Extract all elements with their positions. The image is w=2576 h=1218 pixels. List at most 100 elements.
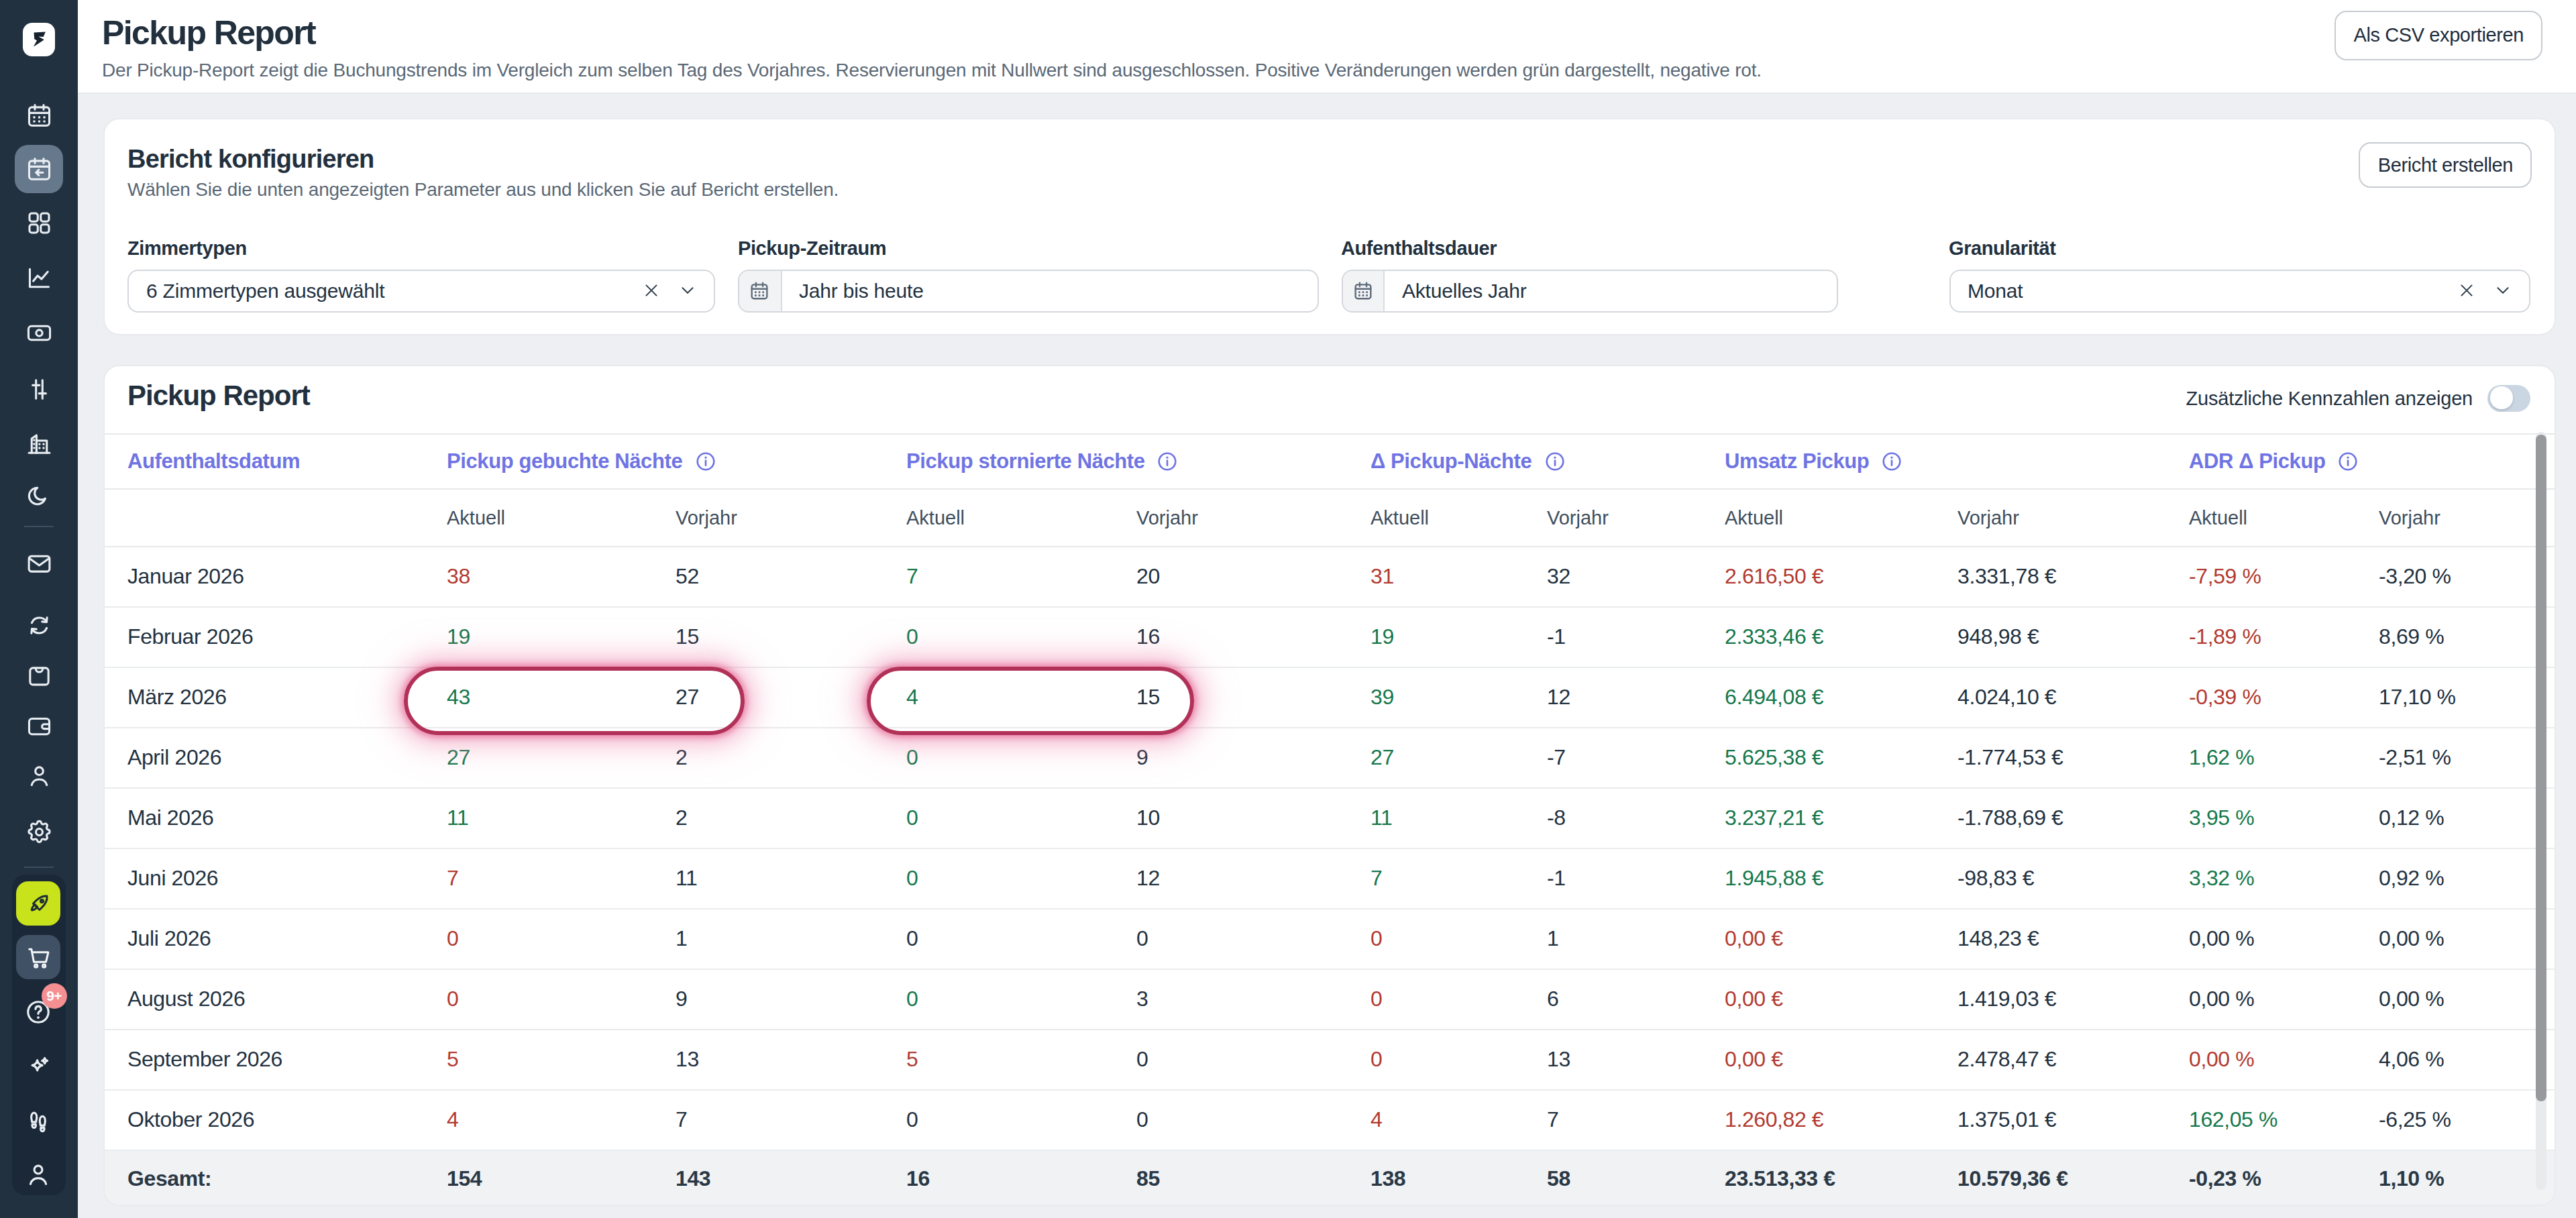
sidebar-item-building[interactable] (0, 419, 77, 467)
clear-icon[interactable] (643, 282, 660, 300)
field-control[interactable]: Monat (1949, 270, 2530, 312)
sidebar-item-cart[interactable] (17, 935, 61, 979)
table-cell: 0 (447, 926, 676, 950)
table-cell: 7 (447, 866, 676, 890)
footprints-icon (25, 1106, 53, 1134)
config-card: Bericht konfigurieren Wählen Sie die unt… (103, 118, 2556, 335)
field-control[interactable]: Jahr bis heute (738, 270, 1318, 312)
sidebar-item-line-chart[interactable] (0, 254, 77, 302)
table-cell: 12 (1547, 685, 1725, 709)
column-group-header[interactable]: Pickup stornierte Nächte (906, 449, 1371, 474)
table-cell: 0,00 % (2189, 1047, 2379, 1071)
info-icon[interactable] (1881, 451, 1902, 472)
sidebar-item-wallet[interactable] (0, 702, 77, 750)
total-cell: 23.513,33 € (1725, 1167, 1957, 1191)
sidebar-item-user[interactable] (0, 752, 77, 800)
table-cell: 0 (906, 745, 1136, 769)
column-group-header[interactable]: Δ Pickup-Nächte (1371, 449, 1725, 474)
page-title: Pickup Report (102, 13, 315, 52)
sidebar-item-sliders[interactable] (0, 365, 77, 413)
table-cell: 17,10 % (2379, 685, 2555, 709)
table-cell: 4.024,10 € (1957, 685, 2189, 709)
table-row: Mai 202611201011-83.237,21 €-1.788,69 €3… (105, 788, 2555, 848)
sidebar-item-moon[interactable] (0, 472, 77, 520)
column-group-header[interactable]: ADR Δ Pickup (2189, 449, 2555, 474)
table-cell: -8 (1547, 806, 1725, 830)
page-subtitle: Der Pickup-Report zeigt die Buchungstren… (102, 59, 1762, 80)
info-icon[interactable] (2338, 451, 2359, 472)
table-cell: 7 (1371, 866, 1547, 890)
table-cell: 0 (1136, 1107, 1371, 1131)
table-cell: 10 (1136, 806, 1371, 830)
table-cell: -0,39 % (2189, 685, 2379, 709)
table-cell: 5 (447, 1047, 676, 1071)
subheader-cell: Vorjahr (1136, 507, 1371, 529)
chevron-down-icon[interactable] (679, 282, 696, 300)
table-cell: 2.616,50 € (1725, 564, 1957, 588)
table-cell: 8,69 % (2379, 624, 2555, 649)
table-scrollbar-thumb[interactable] (2536, 434, 2546, 1101)
sidebar-item-footprints[interactable] (0, 1096, 77, 1144)
table-cell: 2 (676, 745, 906, 769)
info-icon[interactable] (1157, 451, 1179, 472)
sidebar-item-mail[interactable] (0, 539, 77, 588)
field-label: Pickup-Zeitraum (738, 237, 1318, 259)
table-cell: -1.788,69 € (1957, 806, 2189, 830)
wallet-icon (25, 712, 52, 740)
column-header-date[interactable]: Aufenthaltsdatum (105, 449, 447, 474)
extra-metrics-toggle[interactable] (2487, 384, 2530, 411)
table-cell: 0 (1136, 926, 1371, 950)
sidebar-divider (23, 867, 53, 868)
table-cell: 11 (447, 806, 676, 830)
total-cell: 1,10 % (2379, 1167, 2555, 1191)
clear-icon[interactable] (2458, 282, 2475, 300)
main-area: Pickup Report Der Pickup-Report zeigt di… (77, 0, 2576, 1218)
export-csv-button[interactable]: Als CSV exportieren (2334, 10, 2542, 60)
table-cell: 3,95 % (2189, 806, 2379, 830)
create-report-button[interactable]: Bericht erstellen (2359, 142, 2532, 187)
sidebar-item-calendar[interactable] (0, 91, 77, 140)
sidebar-item-gear[interactable] (0, 808, 77, 856)
field-value: Aktuelles Jahr (1385, 280, 1836, 302)
sidebar-item-grid[interactable] (0, 199, 77, 247)
table-cell: 0,00 % (2189, 987, 2379, 1011)
cart-icon (25, 944, 52, 971)
banknote-icon (25, 319, 52, 347)
subheader-cell: Aktuell (1725, 507, 1957, 529)
sidebar-item-rocket[interactable] (17, 881, 61, 926)
column-group-header[interactable]: Umsatz Pickup (1725, 449, 2189, 474)
table-row: Januar 2026385272031322.616,50 €3.331,78… (105, 547, 2555, 607)
table-cell: 3.237,21 € (1725, 806, 1957, 830)
subheader-cell: Vorjahr (2379, 507, 2555, 529)
chevron-down-icon[interactable] (2494, 282, 2512, 300)
calendar-chip (739, 271, 782, 311)
building-icon (25, 429, 52, 457)
table-cell: 4 (1371, 1107, 1547, 1131)
table-cell: 15 (676, 624, 906, 649)
total-cell: 143 (676, 1167, 906, 1191)
sidebar-item-refresh[interactable] (0, 601, 77, 649)
sidebar-item-banknote[interactable] (0, 309, 77, 357)
config-field-1: Zimmertypen 6 Zimmertypen ausgewählt (127, 237, 715, 312)
calendar-import-icon (25, 156, 52, 183)
sidebar-divider (23, 525, 53, 527)
table-cell: 32 (1547, 564, 1725, 588)
table-cell: 4,06 % (2379, 1047, 2555, 1071)
info-icon[interactable] (1544, 451, 1565, 472)
logo-bolt-icon[interactable] (22, 23, 55, 56)
table-cell: 0 (906, 926, 1136, 950)
calendar-icon (749, 280, 771, 302)
sidebar-item-shopping-bag[interactable] (0, 651, 77, 700)
row-label: Oktober 2026 (105, 1107, 447, 1131)
sidebar-item-user[interactable] (0, 1150, 77, 1198)
table-row: September 2026513500130,00 €2.478,47 €0,… (105, 1030, 2555, 1090)
config-title: Bericht konfigurieren (127, 145, 374, 174)
field-control[interactable]: Aktuelles Jahr (1341, 270, 1837, 312)
column-group-header[interactable]: Pickup gebuchte Nächte (447, 449, 906, 474)
info-icon[interactable] (694, 451, 716, 472)
sidebar-item-sparkles[interactable] (0, 1042, 77, 1091)
subheader-cell: Vorjahr (1957, 507, 2189, 529)
gear-icon (25, 818, 52, 846)
sidebar-item-calendar-import[interactable] (15, 145, 63, 193)
field-control[interactable]: 6 Zimmertypen ausgewählt (127, 270, 715, 312)
